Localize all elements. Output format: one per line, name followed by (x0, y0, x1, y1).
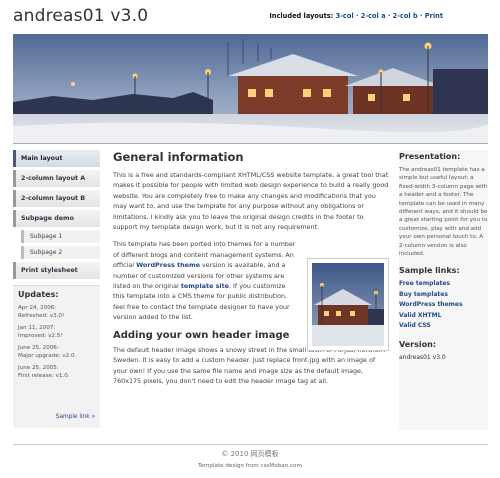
layout-link-print[interactable]: Print (425, 12, 443, 20)
layout-link-2col-a[interactable]: 2-col a (361, 12, 386, 20)
included-layouts-label: Included layouts: (269, 12, 334, 20)
sample-link[interactable]: Sample link » (56, 414, 95, 420)
footer-divider (13, 444, 488, 445)
included-layouts: Included layouts: 3-col · 2-col a · 2-co… (269, 12, 443, 20)
themes-paragraph: This template has been ported into theme… (113, 239, 299, 322)
thumbnail-graphic (312, 263, 384, 346)
header-image (13, 34, 488, 144)
presentation-text: The andreas01 template has a simple but … (399, 167, 488, 258)
separator: · (355, 12, 359, 20)
site-title: andreas01 v3.0 (13, 6, 149, 26)
separator: · (419, 12, 423, 20)
presentation-title: Presentation: (399, 152, 461, 161)
version-text: andreas01 v3.0 (399, 354, 446, 362)
update-text: Improved: v2.5! (18, 332, 63, 339)
update-date: Apr 24, 2006: (18, 305, 57, 311)
update-date: June 25, 2006: (18, 345, 59, 351)
sample-links-title: Sample links: (399, 266, 460, 276)
link-valid-css[interactable]: Valid CSS (399, 322, 488, 329)
main-content: General information This is a free and s… (113, 150, 389, 393)
layout-link-3col[interactable]: 3-col (336, 12, 354, 20)
link-valid-xhtml[interactable]: Valid XHTML (399, 312, 488, 319)
update-entry: Apr 24, 2006: Refreshed: v3.0! (18, 305, 100, 320)
separator: · (387, 12, 391, 20)
update-text: First release: v1.0. (18, 372, 70, 379)
link-buy-templates[interactable]: Buy templates (399, 291, 488, 298)
update-entry: Jan 11, 2007: Improved: v2.5! (18, 325, 100, 340)
update-date: June 25, 2005: (18, 365, 59, 371)
nav-item-print-stylesheet[interactable]: Print stylesheet (13, 262, 100, 279)
thumbnail-image (307, 258, 389, 351)
nav-item-subpage-demo[interactable]: Subpage demo (13, 210, 100, 227)
right-sidebar: Presentation: The andreas01 template has… (399, 150, 488, 430)
layout-link-2col-b[interactable]: 2-col b (393, 12, 418, 20)
header-image-graphic (13, 34, 488, 143)
left-navigation: Main layout 2-column layout A 2-column l… (13, 150, 100, 282)
nav-item-2col-layout-a[interactable]: 2-column layout A (13, 170, 100, 187)
template-site-link[interactable]: template site (181, 282, 229, 290)
updates-box: Updates: Apr 24, 2006: Refreshed: v3.0! … (13, 285, 100, 428)
updates-title: Updates: (18, 290, 59, 299)
page-title: General information (113, 150, 244, 164)
link-free-templates[interactable]: Free templates (399, 280, 488, 287)
wordpress-theme-link[interactable]: WordPress theme (136, 261, 200, 269)
update-entry: June 25, 2005: First release: v1.0. (18, 365, 100, 380)
update-text: Refreshed: v3.0! (18, 312, 65, 319)
nav-item-2col-layout-b[interactable]: 2-column layout B (13, 190, 100, 207)
update-entry: June 25, 2006: Major upgrade: v2.0. (18, 345, 100, 360)
update-date: Jan 11, 2007: (18, 325, 56, 331)
header: andreas01 v3.0 Included layouts: 3-col ·… (0, 0, 500, 34)
intro-paragraph: This is a free and standards-compliant X… (113, 171, 389, 232)
nav-subitem-subpage-1[interactable]: Subpage 1 (21, 230, 100, 243)
footer-copyright: © 2010 网页模板 (221, 450, 279, 458)
version-title: Version: (399, 340, 437, 350)
link-wordpress-themes[interactable]: WordPress themes (399, 301, 488, 308)
footer-credits: Template design from cssMoban.com (198, 463, 302, 469)
update-text: Major upgrade: v2.0. (18, 352, 77, 359)
nav-subitem-subpage-2[interactable]: Subpage 2 (21, 246, 100, 259)
nav-item-main-layout[interactable]: Main layout (13, 150, 100, 167)
